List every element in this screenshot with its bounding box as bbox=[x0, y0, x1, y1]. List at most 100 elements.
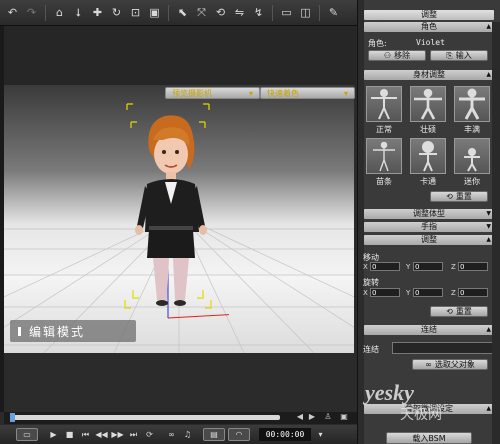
link-icon[interactable]: ∞ bbox=[165, 428, 178, 441]
move-z-field[interactable]: 0 bbox=[458, 262, 488, 271]
preset-label: 迷你 bbox=[464, 177, 480, 186]
rotate-icon[interactable]: ↻ bbox=[108, 4, 125, 22]
expand-icon: ▼ bbox=[486, 210, 491, 217]
lock-icon[interactable]: ▣ bbox=[338, 412, 350, 424]
import-button[interactable]: ⎘ 输入 bbox=[430, 50, 488, 61]
body-figure-icon bbox=[373, 141, 395, 172]
toolbar-divider bbox=[319, 4, 320, 21]
preset-cartoon[interactable] bbox=[410, 138, 446, 174]
body-figure-icon bbox=[459, 88, 485, 120]
pose-icon[interactable]: ↯ bbox=[250, 4, 267, 22]
viewport-top-area bbox=[4, 26, 356, 85]
finger-header[interactable]: 手指 ▼ bbox=[364, 222, 494, 232]
character-label: 角色: bbox=[368, 39, 387, 48]
key-icon[interactable]: ◀ bbox=[294, 412, 306, 424]
preset-label: 丰满 bbox=[464, 125, 480, 134]
sound-icon[interactable]: ♫ bbox=[181, 428, 194, 441]
edit-mode-badge: 编辑模式 bbox=[10, 320, 136, 342]
rotate-x-field[interactable]: 0 bbox=[370, 288, 400, 297]
down-arrow-icon[interactable]: ⭣ bbox=[70, 4, 87, 22]
first-frame-icon[interactable]: ⏮ bbox=[79, 428, 92, 441]
reset-transform-button[interactable]: ⟲ 重置 bbox=[430, 306, 488, 317]
character-section-header[interactable]: 角色 ▲ bbox=[364, 22, 494, 32]
monitor-icon[interactable]: ▤ bbox=[203, 428, 225, 441]
preset-muscular[interactable] bbox=[410, 86, 446, 122]
preset-mini[interactable] bbox=[454, 138, 490, 174]
record-icon[interactable]: ▭ bbox=[16, 428, 38, 441]
adjust-header-text: 调整 bbox=[421, 235, 437, 244]
axis-x-label: X bbox=[363, 263, 368, 271]
frame-icon[interactable]: ▣ bbox=[146, 4, 163, 22]
home-icon[interactable]: ⌂ bbox=[51, 4, 68, 22]
rotate-y-field[interactable]: 0 bbox=[413, 288, 443, 297]
toolbar-divider bbox=[45, 4, 46, 21]
transform-icon[interactable]: ⤧ bbox=[193, 4, 210, 22]
play-icon[interactable]: ▶ bbox=[47, 428, 60, 441]
main-toolbar: ↶ ↷ ⌂ ⭣ ✚ ↻ ⊡ ▣ ⬉ ⤧ ⟲ ⇋ ↯ ▭ ◫ ✎ bbox=[0, 0, 357, 26]
camera-dropdown[interactable]: 预览摄影机 ▾ bbox=[165, 87, 260, 99]
last-frame-icon[interactable]: ⏭ bbox=[127, 428, 140, 441]
body-figure-icon bbox=[371, 89, 397, 120]
collapse-icon: ▲ bbox=[486, 326, 491, 333]
scale-icon[interactable]: ⊡ bbox=[127, 4, 144, 22]
undo-icon[interactable]: ↶ bbox=[4, 4, 21, 22]
mode-label: 编辑模式 bbox=[29, 324, 86, 339]
mirror-icon[interactable]: ⇋ bbox=[231, 4, 248, 22]
body-type-header[interactable]: 调整体型 ▼ bbox=[364, 209, 494, 219]
body-type-header-text: 调整体型 bbox=[413, 209, 445, 218]
preset-normal[interactable] bbox=[366, 86, 402, 122]
move-y-field[interactable]: 0 bbox=[413, 262, 443, 271]
timeline[interactable]: ◀ ▶ ♙ ▣ bbox=[4, 412, 357, 424]
expand-icon: ▼ bbox=[486, 223, 491, 230]
import-button-label: 输入 bbox=[455, 51, 472, 60]
stop-icon[interactable]: ■ bbox=[63, 428, 76, 441]
preset-label: 壮硕 bbox=[420, 125, 436, 134]
speed-icon[interactable]: ◠ bbox=[228, 428, 250, 441]
refresh-icon[interactable]: ⟲ bbox=[212, 4, 229, 22]
key-icon[interactable]: ▶ bbox=[306, 412, 318, 424]
camera-icon[interactable]: ▭ bbox=[278, 4, 295, 22]
axis-y-label: Y bbox=[406, 263, 411, 271]
3d-viewport[interactable] bbox=[4, 85, 354, 353]
character-model[interactable] bbox=[119, 100, 229, 330]
view-icon[interactable]: ◫ bbox=[297, 4, 314, 22]
body-header-text: 身材调整 bbox=[413, 70, 445, 79]
import-bsm-button[interactable]: 载入BSM bbox=[386, 432, 472, 444]
pick-parent-button[interactable]: ∞ 选取父对象 bbox=[412, 359, 488, 370]
timeline-track[interactable] bbox=[10, 415, 280, 420]
mode-indicator-icon bbox=[18, 326, 21, 336]
person-icon[interactable]: ♙ bbox=[322, 412, 334, 424]
reset-button-label: 重置 bbox=[455, 192, 472, 201]
loop-icon[interactable]: ⟳ bbox=[143, 428, 156, 441]
axis-z-label: Z bbox=[451, 289, 456, 297]
body-figure-icon bbox=[464, 148, 480, 172]
next-frame-icon[interactable]: ▶▶ bbox=[111, 428, 124, 441]
remove-button-label: 移除 bbox=[394, 51, 411, 60]
select-icon[interactable]: ⬉ bbox=[174, 4, 191, 22]
adjust-header[interactable]: 调整 ▲ bbox=[364, 235, 494, 245]
toolbar-divider bbox=[272, 4, 273, 21]
remove-button[interactable]: ⚇ 移除 bbox=[368, 50, 426, 61]
preset-slim[interactable] bbox=[366, 138, 402, 174]
move-x-field[interactable]: 0 bbox=[370, 262, 400, 271]
panel-scrollbar[interactable] bbox=[492, 22, 500, 444]
panel-title-text: 调整 bbox=[421, 10, 437, 19]
shading-dropdown[interactable]: 快速着色 ▾ bbox=[260, 87, 355, 99]
timeline-playhead[interactable] bbox=[10, 413, 15, 422]
reset-body-button[interactable]: ⟲ 重置 bbox=[430, 191, 488, 202]
shading-label: 快速着色 bbox=[267, 88, 299, 98]
time-mode-icon[interactable]: ▾ bbox=[314, 428, 327, 441]
preset-plump[interactable] bbox=[454, 86, 490, 122]
move-icon[interactable]: ✚ bbox=[89, 4, 106, 22]
redo-icon[interactable]: ↷ bbox=[23, 4, 40, 22]
rotate-z-field[interactable]: 0 bbox=[458, 288, 488, 297]
chevron-down-icon: ▾ bbox=[343, 88, 348, 98]
link-input[interactable] bbox=[392, 342, 494, 354]
rotate-label: 旋转 bbox=[363, 278, 379, 287]
collapse-icon: ▲ bbox=[486, 23, 491, 30]
folder-icon: ⎘ bbox=[446, 50, 453, 60]
body-section-header[interactable]: 身材调整 ▲ bbox=[364, 70, 494, 80]
link-header[interactable]: 连结 ▲ bbox=[364, 325, 494, 335]
brush-icon[interactable]: ✎ bbox=[325, 4, 342, 22]
prev-frame-icon[interactable]: ◀◀ bbox=[95, 428, 108, 441]
